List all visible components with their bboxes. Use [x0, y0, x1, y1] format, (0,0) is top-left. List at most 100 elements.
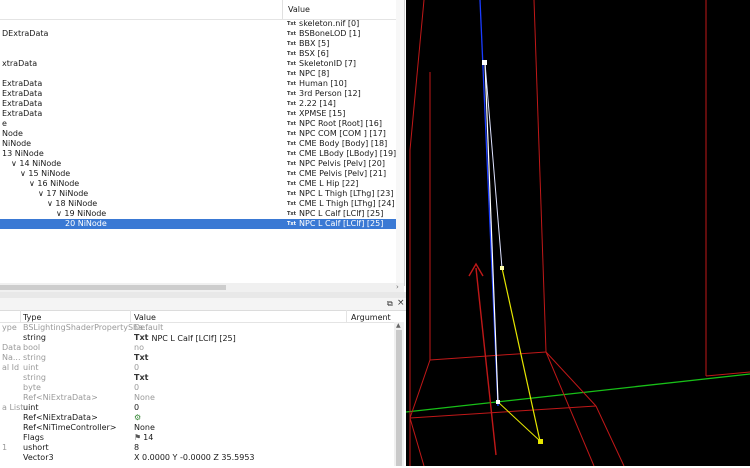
- tree-row-selected[interactable]: 20 NiNode Txt NPC L Calf [LClf] [25]: [0, 219, 404, 229]
- close-icon[interactable]: ×: [397, 298, 405, 308]
- tree-row-value-text: CME Pelvis [Pelv] [21]: [299, 169, 387, 178]
- tree-row[interactable]: Txt NPC [8]: [0, 69, 404, 79]
- tree-row[interactable]: xtraData Txt SkeletonID [7]: [0, 59, 404, 69]
- property-value-text: 0: [134, 383, 140, 392]
- property-type: string: [23, 333, 46, 342]
- property-value-text: X 0.0000 Y -0.0000 Z 35.5953: [134, 453, 255, 462]
- property-value[interactable]: 0: [134, 383, 139, 393]
- property-value[interactable]: Default: [134, 323, 163, 333]
- property-row[interactable]: Ref<NiExtraData> ⚙: [0, 413, 394, 423]
- scroll-thumb[interactable]: [0, 285, 226, 290]
- tree-row[interactable]: Txt BSX [6]: [0, 49, 404, 59]
- tree-row-name: NiNode: [2, 139, 32, 148]
- tree-row[interactable]: ExtraData Txt XPMSE [15]: [0, 109, 404, 119]
- header-type: Type: [23, 313, 42, 322]
- tree-header: Value: [0, 0, 404, 20]
- tree-row-name: xtraData: [2, 59, 38, 68]
- tree-row[interactable]: ∨ 16 NiNode Txt CME L Hip [22]: [0, 179, 404, 189]
- tree-vertical-scrollbar[interactable]: [396, 0, 404, 283]
- tree-row-name: ∨ 16 NiNode: [29, 179, 80, 188]
- scroll-right-icon[interactable]: ›: [396, 283, 399, 291]
- tree-row[interactable]: ∨ 14 NiNode Txt NPC Pelvis [Pelv] [20]: [0, 159, 404, 169]
- property-type: Ref<NiExtraData>: [23, 393, 98, 402]
- property-row[interactable]: a List uint 0: [0, 403, 394, 413]
- text-type-icon: Txt: [287, 41, 297, 47]
- block-list-tree[interactable]: Value Txt skeleton.nif [0] DExtraData Txt BS…: [0, 0, 405, 286]
- tree-row-value: Txt XPMSE [15]: [287, 109, 345, 119]
- property-type: string: [23, 353, 46, 362]
- tree-row-value-text: SkeletonID [7]: [299, 59, 357, 68]
- property-value[interactable]: no: [134, 343, 144, 353]
- property-row[interactable]: Ref<NiExtraData> None: [0, 393, 394, 403]
- bounding-box: [409, 0, 750, 467]
- property-value[interactable]: ⚑ 14: [134, 433, 153, 443]
- scroll-up-icon[interactable]: ▲: [396, 322, 401, 329]
- property-value[interactable]: None: [134, 423, 155, 433]
- tree-row-value: Txt BSX [6]: [287, 49, 329, 59]
- tree-row[interactable]: Node Txt NPC COM [COM ] [17]: [0, 129, 404, 139]
- tree-row-name: 20 NiNode: [65, 219, 107, 229]
- bone-node-low: [496, 400, 500, 404]
- tree-row-value: Txt CME LBody [LBody] [19]: [287, 149, 396, 159]
- property-value[interactable]: X 0.0000 Y -0.0000 Z 35.5953: [134, 453, 255, 463]
- tree-row-value-text: NPC Root [Root] [16]: [299, 119, 382, 128]
- bone-thigh-line: [484, 62, 499, 403]
- text-type-icon: Txt: [287, 111, 297, 117]
- property-value[interactable]: 0: [134, 403, 139, 413]
- property-value-text: 0: [134, 403, 140, 412]
- details-vertical-scrollbar[interactable]: ▲: [394, 322, 404, 466]
- property-row[interactable]: Na... string Txt: [0, 353, 394, 363]
- tree-row-value: Txt NPC L Calf [LClf] [25]: [287, 209, 383, 219]
- tree-row[interactable]: Txt BBX [5]: [0, 39, 404, 49]
- property-row[interactable]: string Txt NPC L Calf [LClf] [25]: [0, 333, 394, 343]
- tree-row[interactable]: e Txt NPC Root [Root] [16]: [0, 119, 404, 129]
- property-row[interactable]: Flags ⚑ 14: [0, 433, 394, 443]
- tree-row[interactable]: ExtraData Txt 2.22 [14]: [0, 99, 404, 109]
- details-scroll-thumb[interactable]: [396, 330, 402, 466]
- text-type-icon: Txt: [287, 201, 297, 207]
- tree-row-value: Txt skeleton.nif [0]: [287, 19, 359, 29]
- tree-row[interactable]: Txt skeleton.nif [0]: [0, 19, 404, 29]
- property-row[interactable]: 1 ushort 8: [0, 443, 394, 453]
- tree-row[interactable]: DExtraData Txt BSBoneLOD [1]: [0, 29, 404, 39]
- tree-row[interactable]: ExtraData Txt 3rd Person [12]: [0, 89, 404, 99]
- tree-row[interactable]: ∨ 19 NiNode Txt NPC L Calf [LClf] [25]: [0, 209, 404, 219]
- property-value[interactable]: 8: [134, 443, 139, 453]
- property-value[interactable]: ⚙: [134, 413, 141, 423]
- property-row[interactable]: al Id uint 0: [0, 363, 394, 373]
- tree-row[interactable]: NiNode Txt CME Body [Body] [18]: [0, 139, 404, 149]
- header-argument: Argument: [351, 313, 391, 322]
- tree-row-value-text: NPC [8]: [299, 69, 330, 78]
- tree-row-value: Txt SkeletonID [7]: [287, 59, 356, 69]
- property-value[interactable]: 0: [134, 363, 139, 373]
- tree-row-value-text: NPC Pelvis [Pelv] [20]: [299, 159, 385, 168]
- property-value[interactable]: None: [134, 393, 155, 403]
- property-row[interactable]: byte 0: [0, 383, 394, 393]
- text-type-icon: Txt: [287, 171, 297, 177]
- property-row[interactable]: string Txt: [0, 373, 394, 383]
- float-icon[interactable]: ⧉: [387, 299, 393, 309]
- property-type: Flags: [23, 433, 44, 442]
- tree-row-value-text: CME L Thigh [LThg] [24]: [299, 199, 395, 208]
- property-value-text: None: [134, 423, 155, 432]
- tree-row[interactable]: ∨ 17 NiNode Txt NPC L Thigh [LThg] [23]: [0, 189, 404, 199]
- tree-row-name: ∨ 19 NiNode: [56, 209, 107, 218]
- tree-row[interactable]: ∨ 15 NiNode Txt CME Pelvis [Pelv] [21]: [0, 169, 404, 179]
- render-viewport[interactable]: [405, 0, 750, 467]
- property-row[interactable]: Vector3 X 0.0000 Y -0.0000 Z 35.5953: [0, 453, 394, 463]
- tree-row[interactable]: 13 NiNode Txt CME LBody [LBody] [19]: [0, 149, 404, 159]
- tree-row[interactable]: ExtraData Txt Human [10]: [0, 79, 404, 89]
- text-type-icon: Txt: [287, 211, 297, 217]
- property-name: al Id: [2, 363, 20, 372]
- tree-horizontal-scrollbar[interactable]: ‹ ›: [0, 283, 404, 292]
- tree-row-value: Txt NPC Pelvis [Pelv] [20]: [287, 159, 385, 169]
- property-row[interactable]: ype BSLightingShaderPropertySha... Default: [0, 323, 394, 333]
- tree-row[interactable]: ∨ 18 NiNode Txt CME L Thigh [LThg] [24]: [0, 199, 404, 209]
- property-name: a List: [2, 403, 24, 412]
- property-row[interactable]: Ref<NiTimeController> None: [0, 423, 394, 433]
- tree-row-value: Txt CME Body [Body] [18]: [287, 139, 387, 149]
- property-row[interactable]: Data bool no: [0, 343, 394, 353]
- property-type: Ref<NiTimeController>: [23, 423, 117, 432]
- left-panel: Value Txt skeleton.nif [0] DExtraData Txt BS…: [0, 0, 406, 466]
- details-header: Type Value Argument: [0, 310, 394, 323]
